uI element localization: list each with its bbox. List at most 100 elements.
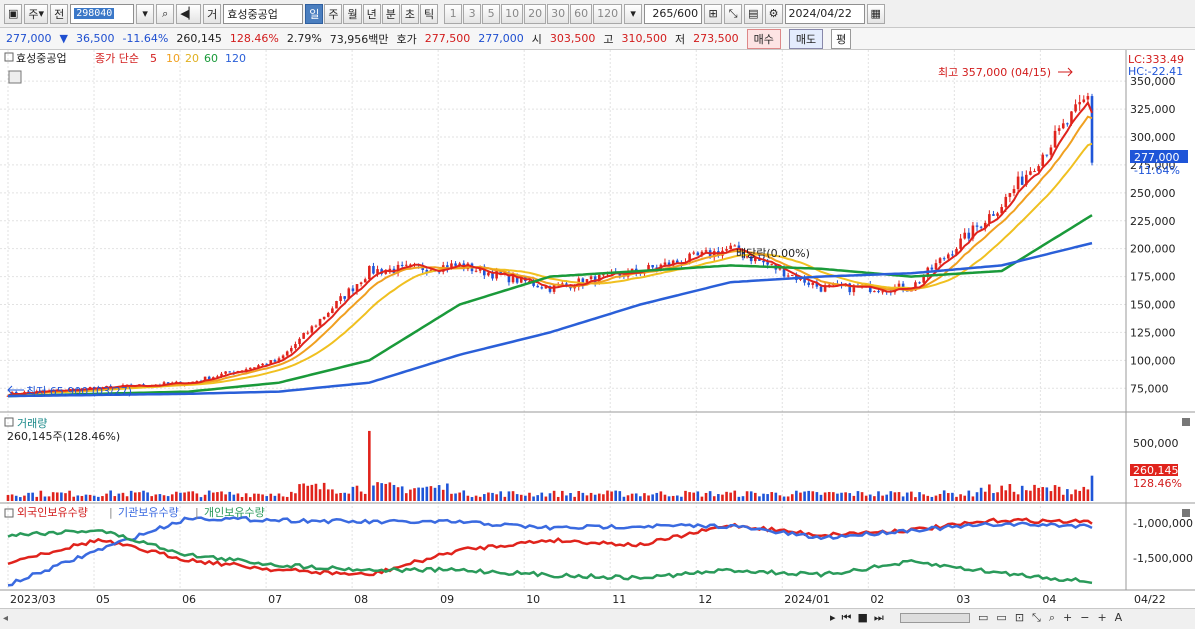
volume-bar bbox=[483, 494, 486, 501]
y-tick-label: 150,000 bbox=[1130, 299, 1176, 312]
scroll-left-icon[interactable]: ◂ bbox=[3, 613, 8, 624]
candle-body bbox=[228, 371, 232, 373]
open-price: 303,500 bbox=[549, 32, 596, 45]
calendar-icon[interactable]: ▦ bbox=[866, 3, 885, 24]
volume-bar bbox=[421, 487, 425, 501]
window-icon[interactable]: ▭ bbox=[978, 611, 988, 625]
volume-bar bbox=[281, 496, 285, 501]
candle-type-icon[interactable]: ⊞ bbox=[704, 3, 723, 24]
volume-panel-title: 거래량 bbox=[17, 417, 47, 430]
interval-tab[interactable]: 20 bbox=[524, 3, 547, 24]
candle-body bbox=[1012, 189, 1016, 194]
search-icon[interactable]: ⌕ bbox=[156, 3, 175, 24]
candle-body bbox=[322, 316, 326, 320]
volume-bar bbox=[470, 497, 474, 501]
draw-icon[interactable]: ⤡ bbox=[1032, 611, 1041, 625]
interval-tab[interactable]: 60 bbox=[570, 3, 593, 24]
stop-icon[interactable]: ■ bbox=[857, 611, 867, 625]
code-input[interactable]: 298040 bbox=[70, 3, 135, 24]
zoom-slider[interactable] bbox=[900, 613, 970, 623]
candle-body bbox=[967, 232, 971, 239]
x-tick-label: 02 bbox=[870, 593, 884, 606]
zoom-controls: ▭ ▭ ⊡ ⤡ ⌕ + − + A bbox=[978, 611, 1122, 625]
candle-body bbox=[1078, 102, 1081, 105]
window-icon[interactable]: ▭ bbox=[996, 611, 1006, 625]
candle-body bbox=[959, 238, 962, 249]
period-tab[interactable]: 주 bbox=[324, 3, 343, 24]
g-button[interactable]: 거 bbox=[203, 3, 222, 24]
volume-bar bbox=[790, 494, 794, 501]
volume-bar bbox=[799, 492, 802, 501]
zoom-out-icon[interactable]: + bbox=[1097, 611, 1106, 625]
interval-tab[interactable]: 5 bbox=[482, 3, 501, 24]
chart-scrollbar[interactable]: ◂ ▸ ⏮ ■ ⏭ ▭ ▭ ⊡ ⤡ ⌕ + − + A bbox=[0, 608, 1195, 629]
stock-name-field[interactable]: 효성중공업 bbox=[223, 3, 304, 24]
table-toggle-icon[interactable] bbox=[8, 70, 22, 84]
interval-tab[interactable]: 10 bbox=[501, 3, 524, 24]
zoom-in-icon[interactable]: + bbox=[1063, 611, 1072, 625]
font-icon[interactable]: A bbox=[1115, 611, 1123, 625]
volume-bar bbox=[725, 491, 728, 501]
chart-canvas[interactable]: 75,000 100,000 125,000 150,000 175,000 200,00… bbox=[0, 50, 1195, 608]
sell-button[interactable]: 매도 bbox=[788, 28, 824, 49]
bid-label: 호가 bbox=[396, 32, 417, 46]
period-tab[interactable]: 년 bbox=[362, 3, 381, 24]
ma5-label: 5 bbox=[150, 52, 157, 65]
panel-close-icon[interactable] bbox=[1182, 509, 1190, 517]
turnover-pct: 2.79% bbox=[286, 32, 322, 45]
avg-button[interactable]: 평 bbox=[831, 28, 852, 49]
gear-icon[interactable]: ⚙ bbox=[764, 3, 783, 24]
volume-bar bbox=[836, 493, 839, 501]
volume-bar bbox=[129, 490, 133, 501]
sound-icon[interactable]: ◀▏ bbox=[176, 3, 202, 24]
period-tab[interactable]: 분 bbox=[381, 3, 400, 24]
buy-button[interactable]: 매수 bbox=[746, 28, 781, 49]
chart-menu-icon[interactable]: ▣ bbox=[4, 3, 23, 24]
draw-icon[interactable]: ⤡ bbox=[724, 3, 743, 24]
candle-body bbox=[359, 282, 363, 285]
volume-bar bbox=[544, 496, 548, 501]
crosshair-icon[interactable]: ⊡ bbox=[1015, 611, 1024, 625]
candle-body bbox=[474, 270, 478, 272]
volume-bar bbox=[827, 491, 831, 501]
panel-close-icon[interactable] bbox=[1182, 418, 1190, 426]
volume-bar bbox=[170, 494, 174, 501]
period-tab[interactable]: 초 bbox=[400, 3, 419, 24]
interval-tab[interactable]: 30 bbox=[547, 3, 570, 24]
volume-bar bbox=[466, 495, 470, 501]
type-select[interactable]: 주 ▾ bbox=[24, 3, 49, 24]
prev-button[interactable]: 전 bbox=[50, 3, 69, 24]
volume-bar bbox=[1008, 484, 1012, 501]
volume-bar bbox=[322, 482, 326, 501]
legend-separator: | bbox=[109, 506, 113, 519]
interval-tab[interactable]: 3 bbox=[463, 3, 482, 24]
period-tab[interactable]: 월 bbox=[343, 3, 362, 24]
volume-bar bbox=[51, 492, 55, 501]
magnify-icon[interactable]: ⌕ bbox=[1049, 611, 1055, 625]
volume-bar bbox=[454, 493, 457, 501]
period-tab[interactable]: 틱 bbox=[419, 3, 439, 24]
scroll-prev-icon[interactable]: ▸ bbox=[830, 611, 836, 625]
candle-body bbox=[306, 332, 310, 334]
scroll-last-icon[interactable]: ⏭ bbox=[874, 611, 884, 625]
volume-bar bbox=[766, 494, 769, 501]
code-dropdown-icon[interactable]: ▾ bbox=[136, 3, 155, 24]
interval-tab[interactable]: 120 bbox=[593, 3, 623, 24]
volume-bar bbox=[409, 489, 412, 501]
count-field[interactable]: 265/600 bbox=[644, 3, 703, 24]
volume-bar bbox=[622, 496, 626, 501]
period-tab[interactable]: 일 bbox=[305, 3, 324, 24]
scroll-first-icon[interactable]: ⏮ bbox=[842, 611, 852, 625]
interval-tab[interactable]: 1 bbox=[444, 3, 463, 24]
save-icon[interactable]: ▤ bbox=[744, 3, 763, 24]
interval-dropdown-icon[interactable]: ▾ bbox=[624, 3, 643, 24]
ma120-label: 120 bbox=[225, 52, 246, 65]
candle-body bbox=[946, 254, 950, 259]
volume-bar bbox=[285, 496, 289, 501]
volume-bar bbox=[1078, 490, 1081, 501]
candle-body bbox=[790, 274, 794, 276]
date-field[interactable]: 2024/04/22 bbox=[784, 3, 865, 24]
candle-body bbox=[273, 360, 277, 362]
minus-icon[interactable]: − bbox=[1080, 611, 1089, 625]
volume-bar bbox=[552, 490, 556, 501]
